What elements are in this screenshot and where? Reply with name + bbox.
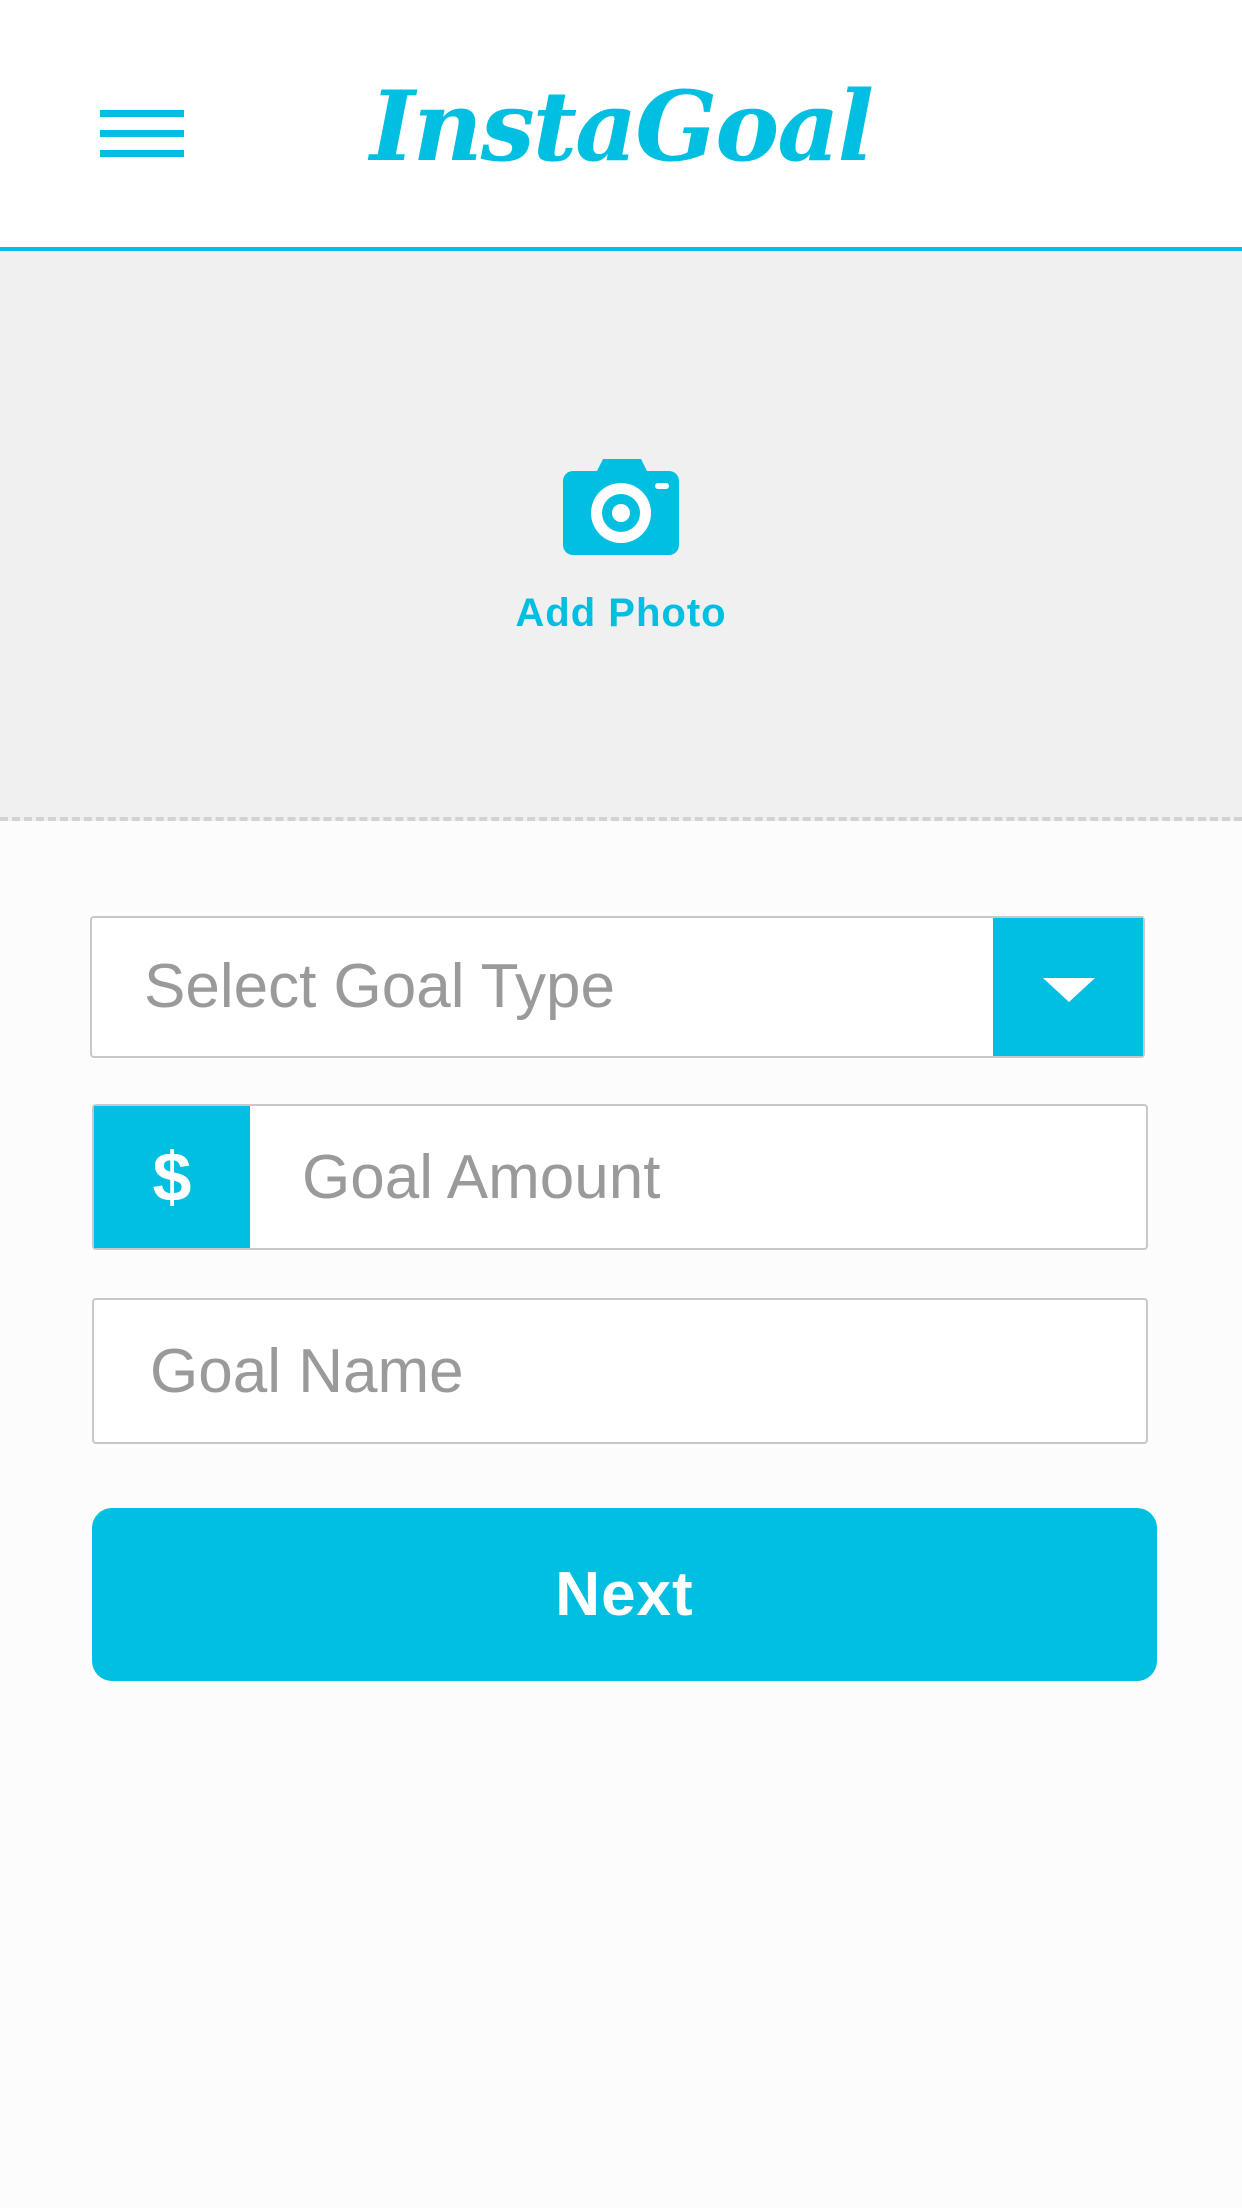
add-photo-label[interactable]: Add Photo bbox=[0, 591, 1242, 636]
chevron-down-icon bbox=[1043, 978, 1095, 1002]
goal-name-field bbox=[92, 1298, 1148, 1444]
app-header: InstaGoal bbox=[0, 0, 1242, 251]
camera-icon[interactable] bbox=[561, 457, 681, 557]
add-photo-area[interactable]: Add Photo bbox=[0, 251, 1242, 821]
goal-name-input[interactable] bbox=[150, 1300, 1120, 1442]
app-logo: InstaGoal bbox=[370, 70, 874, 183]
goal-amount-input[interactable] bbox=[302, 1106, 1122, 1248]
goal-type-select[interactable]: Select Goal Type bbox=[90, 916, 1145, 1058]
dollar-sign-prefix: $ bbox=[94, 1106, 250, 1248]
goal-type-dropdown-button[interactable] bbox=[993, 918, 1143, 1056]
next-button[interactable]: Next bbox=[92, 1508, 1157, 1681]
goal-type-placeholder: Select Goal Type bbox=[144, 952, 616, 1021]
goal-amount-field: $ bbox=[92, 1104, 1148, 1250]
